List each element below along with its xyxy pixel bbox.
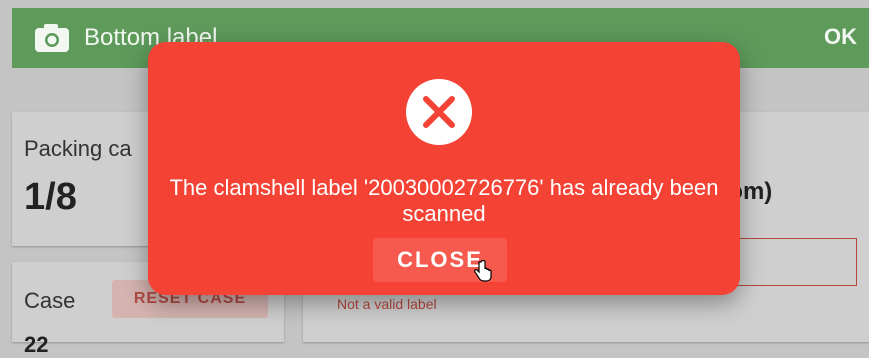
case-value: 22 (24, 332, 49, 357)
case-label: Case (24, 288, 76, 313)
hand-cursor-icon (474, 260, 492, 282)
error-x-icon (406, 79, 472, 145)
camera-icon[interactable] (34, 23, 70, 53)
dialog-message: The clamshell label '20030002726776' has… (169, 175, 719, 226)
packing-label: Packing ca (24, 136, 132, 161)
ok-button[interactable]: OK (824, 24, 857, 50)
packing-count: 1/8 (24, 176, 77, 218)
error-dialog: The clamshell label '20030002726776' has… (148, 42, 740, 295)
input-error-text: Not a valid label (337, 296, 437, 312)
